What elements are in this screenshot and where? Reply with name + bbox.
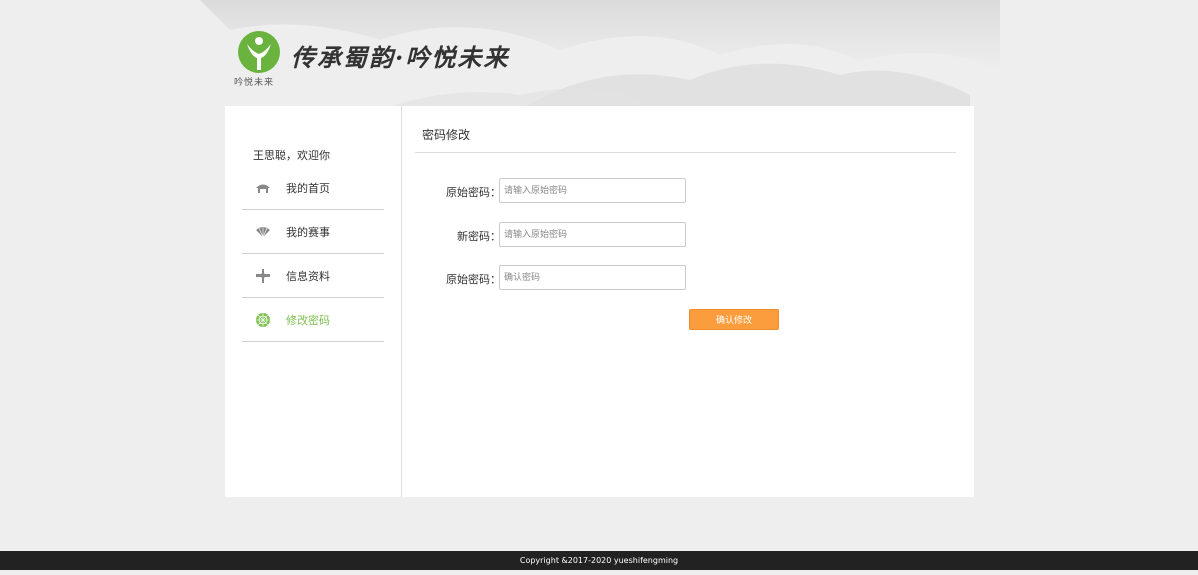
site-header: 吟悦未来 传承蜀韵·吟悦未来 [225,22,625,92]
logo-icon[interactable] [237,30,281,74]
confirm-change-button[interactable]: 确认修改 [689,309,779,330]
new-password-label: 新密码： [457,230,501,243]
old-password-input[interactable] [499,178,686,203]
sidebar-item-home[interactable]: 我的首页 [242,166,384,210]
sidebar-item-info[interactable]: 信息资料 [242,254,384,298]
sidebar-item-label: 我的首页 [286,181,330,195]
welcome-message: 王思聪，欢迎你 [253,149,330,162]
fan-icon [254,223,272,241]
old-password-label: 原始密码： [446,186,501,199]
form-row-confirm-password: 原始密码： [415,265,956,291]
sidebar-nav: 我的首页 我的赛事 信息资料 修改密码 [242,166,384,342]
footer-copyright: Copyright &2017-2020 yueshifengming [0,551,1198,570]
form-row-old-password: 原始密码： [415,178,956,204]
form-row-new-password: 新密码： [415,222,956,248]
sidebar-item-label: 信息资料 [286,269,330,283]
sidebar-item-password[interactable]: 修改密码 [242,298,384,342]
password-form-section: 密码修改 原始密码： 新密码： 原始密码： 确认修改 [415,106,956,497]
confirm-password-input[interactable] [499,265,686,290]
site-slogan: 传承蜀韵·吟悦未来 [291,43,510,72]
sidebar-item-label: 我的赛事 [286,225,330,239]
new-password-input[interactable] [499,222,686,247]
sidebar-item-label: 修改密码 [286,313,330,327]
page-title: 密码修改 [422,128,471,142]
flower-icon [254,311,272,329]
confirm-password-label: 原始密码： [446,273,501,286]
sidebar: 王思聪，欢迎你 我的首页 我的赛事 信息资料 修改密码 [225,106,402,497]
pavilion-icon [254,179,272,197]
logo-text: 吟悦未来 [234,78,275,88]
sidebar-item-events[interactable]: 我的赛事 [242,210,384,254]
cross-ornament-icon [254,267,272,285]
main-panel: 王思聪，欢迎你 我的首页 我的赛事 信息资料 修改密码 密码修改 原始密码： 新… [225,106,974,497]
title-divider [415,152,956,153]
